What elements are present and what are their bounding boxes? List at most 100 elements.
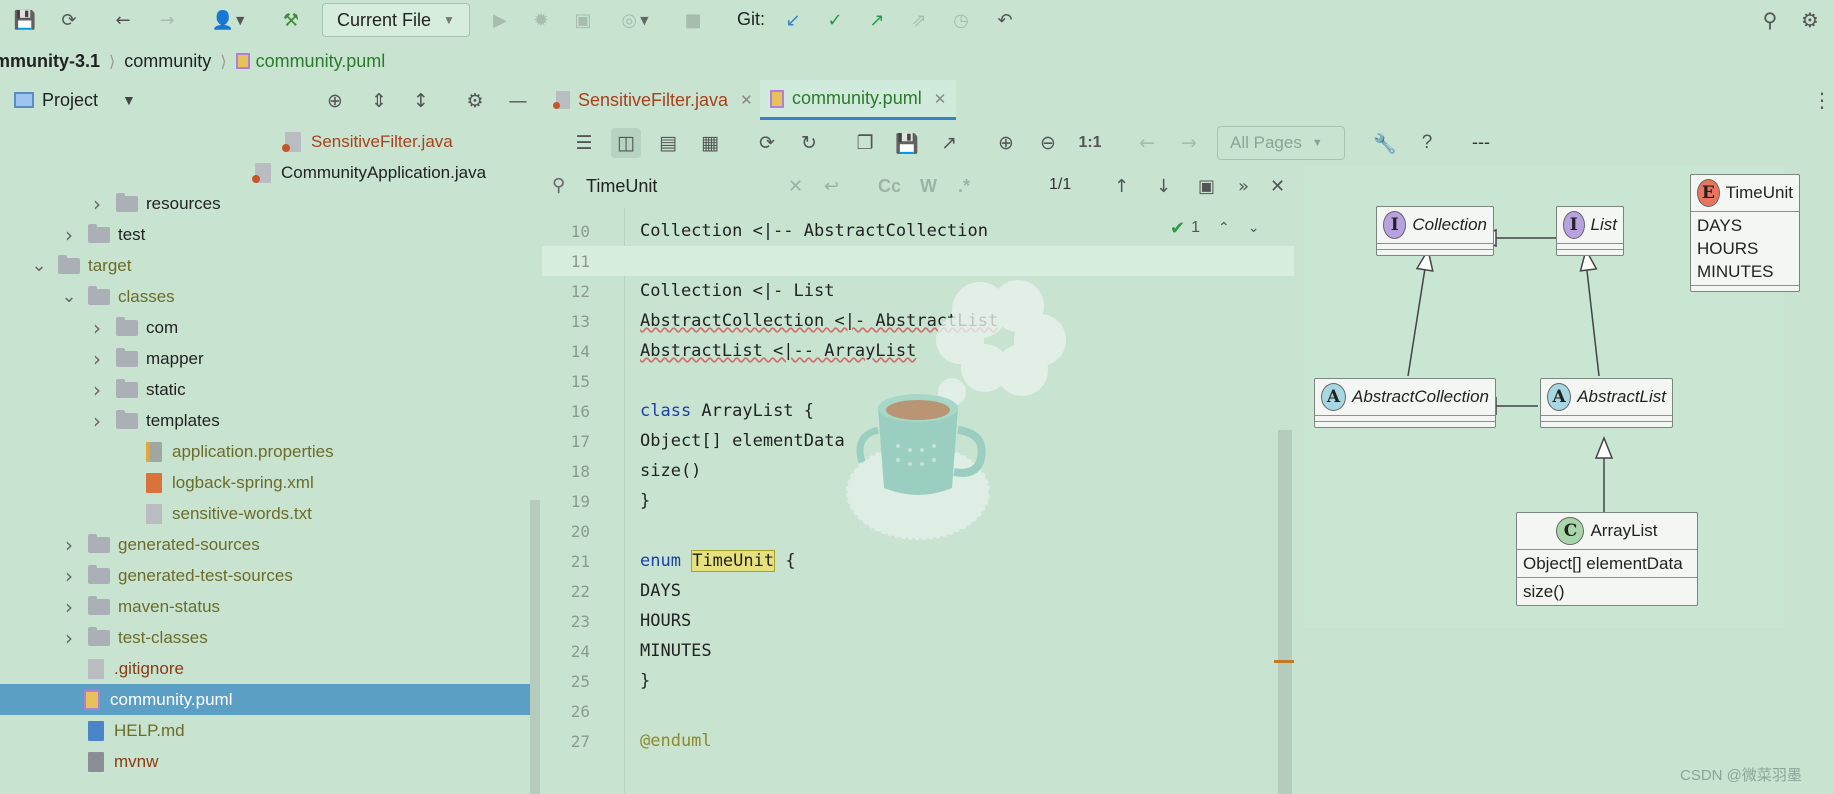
previous-occurrence-icon[interactable]: ↑ [1114, 173, 1129, 199]
hide-panel-icon[interactable]: — [505, 88, 531, 114]
history-icon[interactable]: ◷ [946, 5, 976, 35]
zoom-in-icon[interactable]: ⊕ [991, 128, 1021, 158]
external-open-icon[interactable]: ↗ [934, 128, 964, 158]
search-input[interactable] [586, 172, 786, 200]
tree-item[interactable]: › mapper [88, 343, 204, 374]
tree-item[interactable]: › test [60, 219, 145, 250]
tree-item[interactable]: ⌄ classes [60, 281, 175, 312]
chevron-down-icon[interactable]: ▼ [122, 92, 136, 108]
tree-item[interactable]: › test-classes [60, 622, 208, 653]
tree-item[interactable]: mvnw [88, 746, 158, 777]
tree-item[interactable]: ⌄ target [30, 250, 131, 281]
whole-words-toggle[interactable]: W [920, 173, 937, 199]
chevron-right-icon[interactable]: › [88, 192, 106, 216]
chevron-right-icon[interactable]: › [88, 316, 106, 340]
next-occurrence-icon[interactable]: ↓ [1156, 173, 1171, 199]
tab-sensitive-filter[interactable]: SensitiveFilter.java ✕ [546, 80, 763, 120]
close-icon[interactable]: ✕ [934, 90, 947, 108]
tree-item[interactable]: sensitive-words.txt [146, 498, 312, 529]
tab-community-puml[interactable]: community.puml ✕ [760, 80, 957, 120]
chevron-up-icon[interactable]: ⌃ [1218, 220, 1230, 236]
editor-only-icon[interactable]: ☰ [569, 128, 599, 158]
uml-abstract-collection[interactable]: A AbstractCollection [1314, 378, 1496, 428]
copy-icon[interactable]: ❐ [850, 128, 880, 158]
tree-item[interactable]: application.properties [146, 436, 334, 467]
chevron-down-icon[interactable]: ⌄ [60, 286, 78, 307]
code-line[interactable]: 26 [542, 696, 1294, 726]
new-line-icon[interactable]: ↩ [824, 173, 839, 199]
chevron-right-icon[interactable]: › [60, 533, 78, 557]
split-view-icon[interactable]: ◫ [611, 128, 641, 158]
forward-icon[interactable]: → [152, 5, 182, 35]
previous-page-icon[interactable]: ← [1132, 128, 1162, 158]
expand-all-icon[interactable]: ⇕ [366, 88, 392, 114]
uml-enum-timeunit[interactable]: E TimeUnit DAYS HOURS MINUTES [1690, 174, 1800, 292]
zoom-out-icon[interactable]: ⊖ [1033, 128, 1063, 158]
tree-item[interactable]: .gitignore [88, 653, 184, 684]
rollback-icon[interactable]: ↶ [990, 5, 1020, 35]
regex-toggle[interactable]: .* [958, 173, 970, 199]
tree-item[interactable]: community.puml [0, 684, 540, 715]
breadcrumb-module[interactable]: community [124, 51, 211, 72]
project-scrollbar[interactable] [530, 500, 540, 794]
breadcrumb-file[interactable]: community.puml [256, 51, 386, 72]
refresh-icon[interactable]: ⟳ [752, 128, 782, 158]
more-options-icon[interactable]: » [1238, 173, 1249, 199]
run-icon[interactable]: ▶ [485, 5, 515, 35]
chevron-down-icon[interactable]: ⌄ [30, 255, 48, 276]
project-panel-title[interactable]: Project [42, 90, 98, 111]
image-icon[interactable]: ▦ [695, 128, 725, 158]
filter-search-icon[interactable]: ▣ [1198, 173, 1215, 199]
code-line[interactable]: 27 @enduml [542, 726, 1294, 756]
uml-abstract-list[interactable]: A AbstractList [1540, 378, 1673, 428]
next-page-icon[interactable]: → [1174, 128, 1204, 158]
chevron-right-icon[interactable]: › [60, 223, 78, 247]
git-push-icon[interactable]: ↗ [862, 5, 892, 35]
pages-select[interactable]: All Pages ▼ [1217, 126, 1345, 160]
user-icon[interactable]: 👤 ▼ [205, 5, 251, 35]
inspection-widget[interactable]: ✔ 1 ⌃ ⌄ [1170, 212, 1292, 244]
chevron-right-icon[interactable]: › [60, 564, 78, 588]
coverage-icon[interactable]: ▣ [568, 5, 598, 35]
back-icon[interactable]: ← [108, 5, 138, 35]
settings-gear-icon[interactable]: ⚙ [1795, 5, 1825, 35]
collapse-all-icon[interactable]: ↕ [408, 88, 434, 114]
settings-wrench-icon[interactable]: 🔧 [1370, 128, 1400, 158]
uml-interface-collection[interactable]: I Collection [1376, 206, 1494, 256]
uml-interface-list[interactable]: I List [1556, 206, 1624, 256]
preview-only-icon[interactable]: ▤ [653, 128, 683, 158]
editor-scrollbar[interactable] [1278, 430, 1292, 794]
more-vertical-icon[interactable]: ⋮ [1812, 88, 1832, 112]
chevron-right-icon[interactable]: › [88, 409, 106, 433]
tree-item[interactable]: logback-spring.xml [146, 467, 314, 498]
clear-icon[interactable]: ✕ [788, 173, 803, 199]
tree-item[interactable]: › resources [88, 188, 221, 219]
match-case-toggle[interactable]: Cc [878, 173, 901, 199]
debug-icon[interactable]: ✹ [526, 5, 556, 35]
chevron-down-icon[interactable]: ⌄ [1248, 220, 1260, 236]
code-line[interactable]: 22 DAYS [542, 576, 1294, 606]
git-merge-icon[interactable]: ⇗ [904, 5, 934, 35]
reload-icon[interactable]: ↻ [794, 128, 824, 158]
tree-item[interactable]: › generated-test-sources [60, 560, 293, 591]
chevron-right-icon[interactable]: › [88, 378, 106, 402]
chevron-right-icon[interactable]: › [60, 626, 78, 650]
profile-icon[interactable]: ◎ ▼ [612, 5, 658, 35]
code-line[interactable]: 23 HOURS [542, 606, 1294, 636]
code-line[interactable]: 24 MINUTES [542, 636, 1294, 666]
tree-item[interactable]: › maven-status [60, 591, 220, 622]
build-hammer-icon[interactable]: ⚒ [276, 5, 306, 35]
chevron-right-icon[interactable]: › [60, 595, 78, 619]
tree-item[interactable]: › generated-sources [60, 529, 260, 560]
git-commit-icon[interactable]: ✓ [820, 5, 850, 35]
locate-crosshair-icon[interactable]: ⊕ [322, 88, 348, 114]
tree-item[interactable]: › com [88, 312, 178, 343]
code-line[interactable]: 25} [542, 666, 1294, 696]
breadcrumb-project[interactable]: mmunity-3.1 [0, 51, 100, 72]
actual-size-button[interactable]: 1:1 [1075, 128, 1105, 158]
tree-item[interactable]: › static [88, 374, 186, 405]
run-configuration-select[interactable]: Current File ▼ [322, 3, 470, 37]
options-gear-icon[interactable]: ⚙ [462, 88, 488, 114]
chevron-right-icon[interactable]: › [88, 347, 106, 371]
uml-preview[interactable]: I Collection I List E TimeUnit DAYS HOUR… [1304, 166, 1800, 628]
